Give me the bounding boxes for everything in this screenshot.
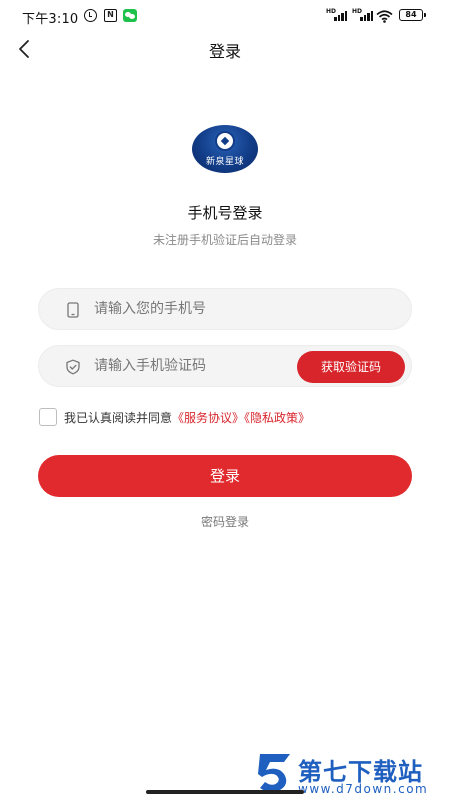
home-indicator[interactable]	[146, 790, 304, 794]
watermark-logo-icon	[256, 752, 294, 794]
page-title: 登录	[208, 42, 241, 61]
signal-hd-label: HD	[326, 8, 337, 15]
app-logo: 新泉星球	[192, 125, 258, 173]
nfc-icon: N	[104, 9, 117, 22]
logo-text: 新泉星球	[205, 157, 244, 167]
shield-icon	[65, 359, 81, 375]
alarm-icon	[84, 9, 97, 22]
phone-icon	[65, 302, 81, 318]
service-agreement-link[interactable]: 《服务协议》	[172, 411, 244, 425]
privacy-policy-link[interactable]: 《隐私政策》	[244, 411, 310, 425]
status-bar: 下午3:10 N HD HD 84	[0, 0, 450, 34]
password-login-link[interactable]: 密码登录	[0, 513, 450, 530]
verification-code-field[interactable]: 获取验证码	[38, 345, 412, 387]
signal-icon: HD	[326, 8, 348, 21]
login-button[interactable]: 登录	[38, 455, 412, 497]
status-time: 下午3:10	[22, 12, 79, 27]
get-code-button[interactable]: 获取验证码	[297, 351, 405, 383]
watermark-url: www.d7down.com	[298, 782, 429, 796]
phone-input[interactable]	[94, 289, 394, 329]
wifi-icon	[376, 8, 393, 23]
battery-icon: 84	[399, 9, 426, 21]
verification-code-input[interactable]	[94, 346, 324, 386]
signal-hd-label: HD	[352, 8, 363, 15]
soccer-ball-icon	[215, 131, 235, 151]
wechat-icon	[123, 9, 137, 22]
phone-field[interactable]	[38, 288, 412, 330]
agreement-prefix: 我已认真阅读并同意	[64, 411, 173, 425]
signal-icon: HD	[352, 8, 374, 21]
agreement-text: 我已认真阅读并同意《服务协议》《隐私政策》	[64, 409, 310, 426]
login-subheading: 未注册手机验证后自动登录	[152, 233, 297, 247]
agreement-checkbox[interactable]	[39, 408, 57, 426]
login-heading: 手机号登录	[187, 204, 263, 222]
